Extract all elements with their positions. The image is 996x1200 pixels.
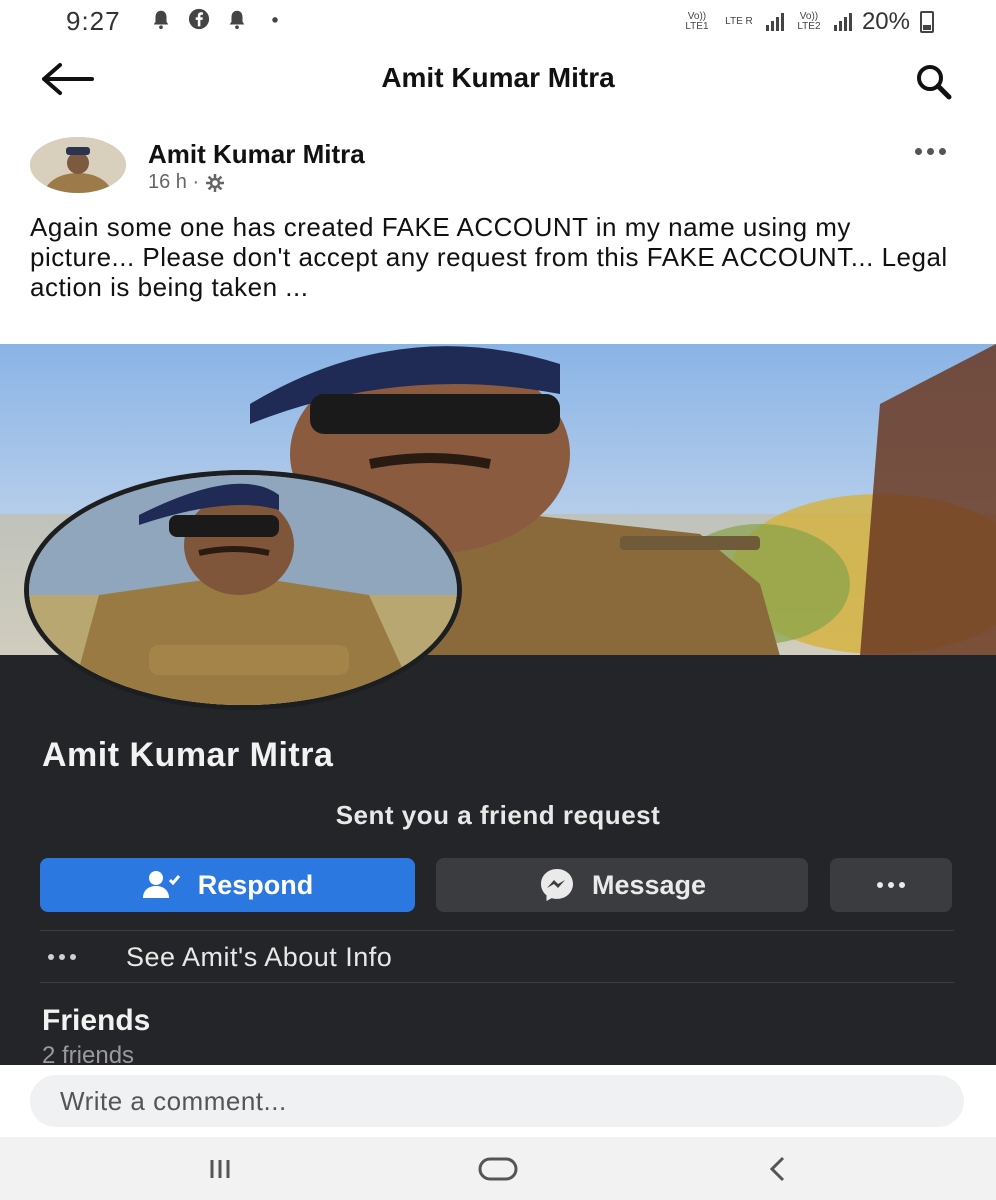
about-info-link[interactable]: See Amit's About Info [40, 935, 954, 979]
add-friend-icon [142, 871, 180, 898]
status-bar: 9:27 Vo)) LTE1 LTE R Vo)) LTE2 20% [0, 0, 996, 44]
profile-picture-image [29, 475, 457, 705]
home-icon [478, 1157, 518, 1181]
home-button[interactable] [468, 1153, 528, 1185]
notification-bell-icon [229, 10, 245, 30]
more-dot-icon [938, 147, 946, 155]
more-dot-icon [877, 882, 883, 888]
more-dots-icon [48, 954, 126, 960]
avatar[interactable] [30, 137, 126, 193]
divider [40, 982, 954, 983]
post-header: Amit Kumar Mitra 16 h · [0, 125, 996, 205]
battery-icon [920, 11, 934, 33]
comment-bar [0, 1065, 996, 1137]
sim2-label: Vo)) LTE2 [797, 11, 821, 32]
back-nav-button[interactable] [748, 1153, 808, 1185]
friends-heading: Friends [42, 1004, 151, 1037]
status-notification-icons [150, 8, 286, 30]
comment-input[interactable] [30, 1075, 964, 1127]
profile-name[interactable]: Amit Kumar Mitra [42, 736, 333, 775]
friends-count[interactable]: 2 friends [42, 1042, 134, 1064]
notification-bell-icon [153, 10, 169, 30]
message-button[interactable]: Message [436, 858, 808, 912]
facebook-icon [188, 8, 210, 30]
post-author-name[interactable]: Amit Kumar Mitra [148, 139, 365, 170]
more-dot-icon [926, 147, 934, 155]
chevron-left-icon [769, 1156, 785, 1182]
divider [40, 930, 954, 931]
system-navigation-bar [0, 1137, 996, 1200]
gear-icon [206, 173, 225, 192]
dot-icon [272, 17, 278, 23]
signal-icon [765, 13, 784, 31]
battery-percent: 20% [861, 8, 910, 35]
post-meta: 16 h · [148, 171, 225, 194]
sim1-label: Vo)) LTE1 [685, 11, 709, 32]
status-indicators: Vo)) LTE1 LTE R Vo)) LTE2 20% [682, 8, 934, 36]
respond-label: Respond [197, 869, 314, 900]
post-more-button[interactable] [906, 139, 954, 163]
recent-apps-icon [210, 1160, 230, 1178]
more-dot-icon [888, 882, 894, 888]
signal-icon [833, 13, 852, 31]
post-text: Again some one has created FAKE ACCOUNT … [30, 212, 948, 302]
more-dot-icon [914, 147, 922, 155]
recent-apps-button[interactable] [190, 1153, 250, 1185]
page-title: Amit Kumar Mitra [381, 62, 615, 93]
messenger-icon [540, 869, 573, 901]
message-label: Message [591, 869, 707, 900]
search-button[interactable] [914, 62, 954, 102]
post-time: 16 h · [148, 171, 200, 193]
about-info-label: See Amit's About Info [126, 941, 393, 972]
app-bar: Amit Kumar Mitra [0, 44, 996, 114]
search-icon [917, 65, 952, 100]
respond-button[interactable]: Respond [40, 858, 415, 912]
status-time: 9:27 [66, 6, 121, 36]
more-dot-icon [899, 882, 905, 888]
card-more-button[interactable] [830, 858, 952, 912]
profile-picture[interactable] [24, 470, 462, 710]
avatar-image [30, 137, 126, 193]
sim1-network-type: LTE R [725, 16, 753, 27]
friend-request-text: Sent you a friend request [335, 800, 661, 830]
